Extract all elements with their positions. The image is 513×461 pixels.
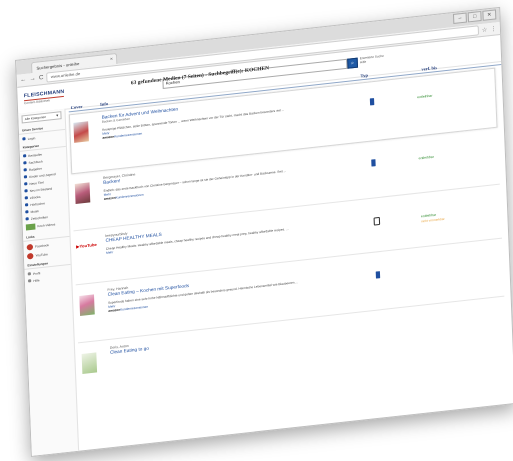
col-cover: Cover — [70, 103, 83, 111]
col-type: Typ — [360, 72, 369, 79]
book-icon — [371, 159, 376, 167]
book-icon — [369, 98, 375, 106]
window-controls: – □ ✕ — [452, 9, 497, 25]
category-icon — [23, 154, 27, 158]
youtube-logo-icon: ▶YouTube — [76, 241, 97, 250]
category-icon — [24, 203, 29, 207]
category-icon — [24, 189, 28, 193]
col-availability: verf. bis — [421, 65, 438, 72]
category-icon — [24, 182, 28, 186]
book-cover-image[interactable] — [81, 352, 98, 375]
browser-window: Suchergebnis - onleihe × – □ ✕ ← → C www… — [15, 6, 513, 458]
sidebar-item-label: Koch-Videos — [37, 222, 56, 229]
login-icon — [22, 137, 26, 141]
category-icon — [25, 210, 29, 214]
browser-menu-icon[interactable]: ⋮ — [490, 25, 497, 33]
reload-icon[interactable]: C — [39, 75, 44, 81]
forward-icon[interactable]: → — [29, 76, 36, 83]
youtube-icon — [26, 252, 34, 260]
site-logo[interactable]: FLEISCHMANN Content-Bibliothek — [24, 89, 65, 105]
availability-status[interactable]: entleihbar — [417, 94, 432, 100]
maximize-button[interactable]: □ — [467, 10, 482, 23]
amazon-logo: amazon — [108, 307, 121, 313]
screenshot-stage: Suchergebnis - onleihe × – □ ✕ ← → C www… — [0, 0, 513, 461]
help-icon — [28, 279, 32, 283]
user-icon — [27, 272, 31, 276]
sidebar-item-label: YouTube — [35, 251, 48, 258]
close-window-button[interactable]: ✕ — [482, 9, 497, 21]
sidebar-item-label: Musik — [30, 208, 39, 214]
book-cover-image[interactable] — [73, 121, 89, 143]
bookmark-star-icon[interactable]: ☆ — [481, 26, 488, 34]
category-icon — [25, 217, 29, 221]
book-icon — [375, 271, 381, 279]
book-cover-image[interactable] — [74, 182, 91, 205]
thumbnail-image — [25, 223, 36, 231]
back-icon[interactable]: ← — [20, 77, 27, 84]
sidebar-item-label: Profil — [32, 270, 41, 276]
sidebar-item-label: Hilfe — [33, 277, 40, 283]
amazon-logo: amazon — [102, 134, 115, 140]
minimize-button[interactable]: – — [452, 12, 467, 25]
sidebar-item-label: eBooks — [29, 194, 41, 200]
col-info: Info — [99, 101, 109, 107]
tab-close-icon[interactable]: × — [110, 56, 116, 62]
facebook-icon — [26, 243, 34, 251]
sidebar-item-label: Login — [27, 135, 36, 141]
sidebar-item-label: Ratgeber — [28, 166, 42, 172]
category-icon — [23, 168, 27, 172]
amazon-logo: amazon — [103, 195, 116, 201]
category-icon — [23, 175, 28, 179]
category-icon — [24, 196, 28, 200]
tablet-icon — [373, 216, 381, 226]
category-select-value: Alle Kategorien — [24, 114, 47, 122]
results-area: 63 gefundene Medien (7 Seiten) - Suchbeg… — [68, 35, 513, 450]
availability-status[interactable]: entleihbar — [419, 155, 434, 161]
sidebar-item-label: Facebook — [35, 242, 50, 249]
book-cover-image[interactable] — [79, 294, 95, 317]
category-icon — [23, 161, 27, 165]
chevron-down-icon: ▾ — [56, 112, 59, 118]
